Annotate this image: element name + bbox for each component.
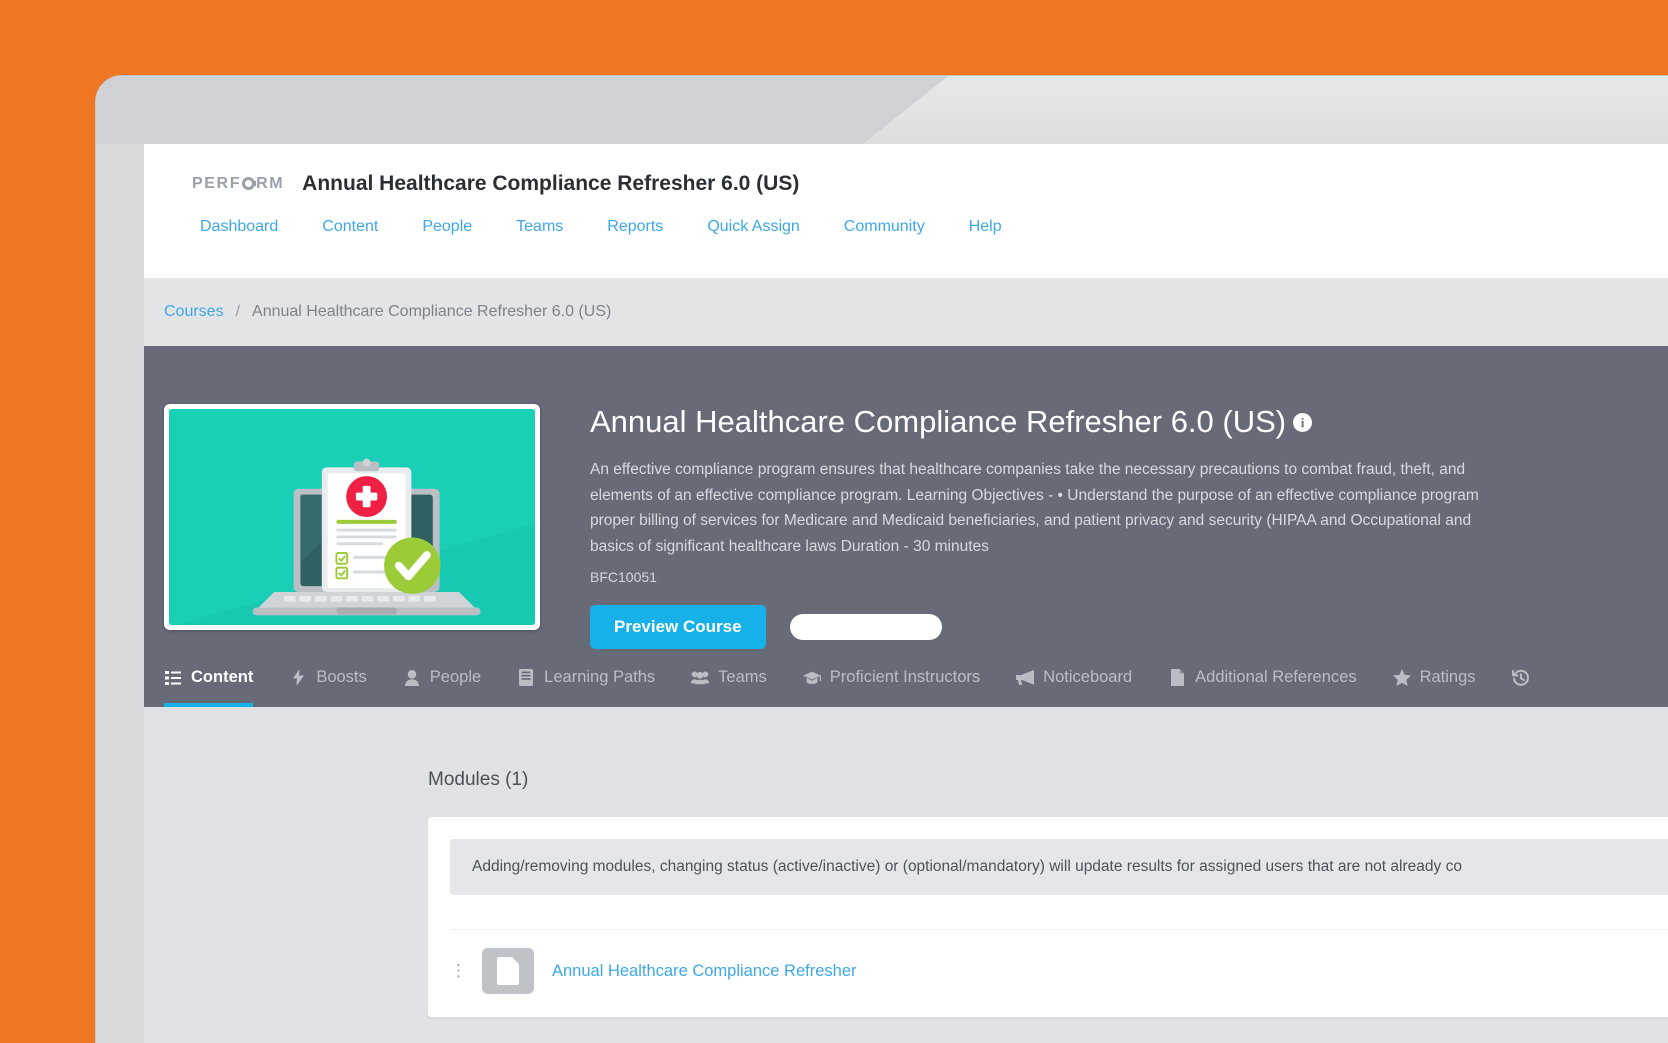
course-details: Annual Healthcare Compliance Refresher 6… (590, 404, 1668, 650)
nav-item-dashboard[interactable]: Dashboard (192, 218, 300, 236)
tab-people[interactable]: People (403, 668, 481, 707)
star-icon (1392, 669, 1411, 687)
tab-ratings[interactable]: Ratings (1392, 668, 1476, 707)
bolt-icon (289, 669, 307, 687)
nav-item-teams[interactable]: Teams (494, 218, 585, 236)
primary-nav: Dashboard Content People Teams Reports Q… (144, 196, 1668, 236)
course-description-line: proper billing of services for Medicare … (590, 512, 1472, 530)
modules-panel: Adding/removing modules, changing status… (428, 817, 1668, 1018)
tab-label: Proficient Instructors (829, 668, 981, 687)
nav-item-reports[interactable]: Reports (585, 218, 685, 236)
tab-label: Additional References (1195, 668, 1357, 687)
logo-circle-icon (242, 177, 257, 190)
breadcrumb: Courses / Annual Healthcare Compliance R… (144, 278, 1668, 346)
breadcrumb-link-courses[interactable]: Courses (164, 303, 224, 321)
course-code: BFC10051 (590, 569, 657, 586)
laptop-bezel-notch (96, 76, 948, 144)
tab-label: Boosts (316, 668, 367, 687)
nav-item-content[interactable]: Content (300, 218, 400, 236)
tab-additional-references[interactable]: Additional References (1168, 668, 1357, 707)
tab-boosts[interactable]: Boosts (289, 668, 367, 707)
tab-teams[interactable]: Teams (691, 668, 767, 707)
tab-content[interactable]: Content (164, 668, 254, 708)
logo-text-before: PERF (192, 175, 242, 192)
course-actions: Preview Course (590, 605, 1668, 650)
breadcrumb-separator: / (235, 303, 241, 320)
content-area: Modules (1) Adding/removing modules, cha… (144, 707, 1668, 1043)
graduation-cap-icon (802, 669, 821, 687)
course-tab-bar: Content Boosts People Learning Paths Tea… (144, 649, 1668, 708)
tab-proficient-instructors[interactable]: Proficient Instructors (802, 668, 981, 707)
nav-item-help[interactable]: Help (947, 218, 1024, 236)
tab-label: Noticeboard (1043, 668, 1133, 687)
course-description-line: An effective compliance program ensures … (590, 460, 1466, 478)
users-icon (691, 669, 710, 687)
app-header: PERF RM Annual Healthcare Compliance Refr… (144, 144, 1668, 278)
info-icon[interactable]: i (1293, 413, 1313, 432)
logo-text-after: RM (256, 175, 285, 192)
tab-label: Ratings (1419, 668, 1476, 687)
browser-viewport: PERF RM Annual Healthcare Compliance Refr… (144, 144, 1668, 1043)
tab-label: Learning Paths (544, 668, 656, 687)
course-title: Annual Healthcare Compliance Refresher 6… (590, 404, 1287, 439)
course-hero: Annual Healthcare Compliance Refresher 6… (144, 346, 1668, 708)
modules-notice: Adding/removing modules, changing status… (450, 839, 1668, 896)
drag-handle-icon[interactable]: ⋮ (450, 961, 467, 981)
nav-item-community[interactable]: Community (822, 218, 947, 236)
laptop-frame: PERF RM Annual Healthcare Compliance Refr… (96, 76, 1668, 1043)
nav-item-quick-assign[interactable]: Quick Assign (685, 218, 821, 236)
course-thumbnail-illustration (169, 409, 535, 625)
breadcrumb-current: Annual Healthcare Compliance Refresher 6… (252, 303, 612, 320)
person-icon (403, 669, 421, 687)
nav-item-people[interactable]: People (400, 218, 494, 236)
tab-label: Teams (718, 668, 767, 687)
course-title-row: Annual Healthcare Compliance Refresher 6… (590, 404, 1668, 440)
course-thumbnail[interactable] (164, 404, 540, 630)
file-icon (1168, 669, 1186, 687)
course-description: An effective compliance program ensures … (590, 457, 1668, 561)
tab-learning-paths[interactable]: Learning Paths (517, 668, 655, 707)
tab-label: Content (191, 668, 254, 687)
screenshot-stage: PERF RM Annual Healthcare Compliance Refr… (0, 0, 1668, 1043)
secondary-action-button[interactable] (789, 614, 942, 641)
perform-logo[interactable]: PERF RM (192, 176, 284, 192)
content-left-gutter (144, 707, 164, 1043)
list-icon (164, 669, 182, 687)
module-list-item[interactable]: ⋮ Annual Healthcare Compliance Refresher (450, 929, 1668, 995)
history-icon (1511, 669, 1530, 687)
tab-label: People (429, 668, 482, 687)
course-description-line: basics of significant healthcare laws Du… (590, 538, 989, 556)
preview-course-button[interactable]: Preview Course (590, 605, 766, 650)
course-description-line: elements of an effective compliance prog… (590, 486, 1479, 504)
tab-noticeboard[interactable]: Noticeboard (1016, 668, 1132, 707)
module-type-icon (482, 948, 534, 995)
brand-row: PERF RM Annual Healthcare Compliance Refr… (144, 144, 1668, 196)
tab-history[interactable] (1511, 669, 1539, 707)
modules-heading: Modules (1) (428, 769, 529, 791)
page-title: Annual Healthcare Compliance Refresher 6… (302, 172, 800, 195)
book-icon (517, 669, 535, 687)
module-title-link[interactable]: Annual Healthcare Compliance Refresher (552, 962, 857, 981)
megaphone-icon (1016, 669, 1035, 687)
